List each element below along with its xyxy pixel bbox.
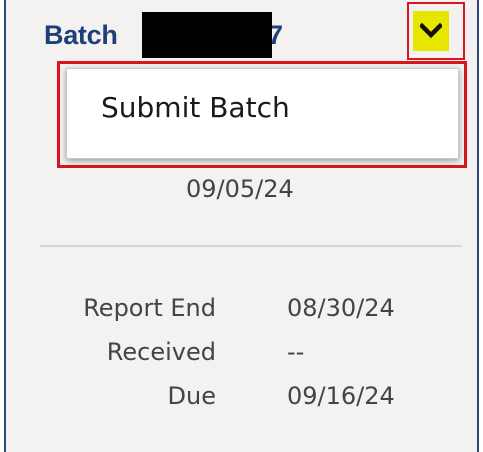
received-value: --: [287, 338, 305, 366]
dropdown-menu: Submit Batch: [66, 68, 459, 159]
divider: [40, 245, 462, 247]
batch-date: 09/05/24: [186, 175, 294, 203]
redacted-area: [142, 12, 272, 58]
submit-batch-menu-item[interactable]: Submit Batch: [101, 91, 290, 124]
report-end-value: 08/30/24: [287, 294, 395, 322]
chevron-down-icon: [420, 23, 442, 39]
detail-row-report-end: Report End 08/30/24: [6, 294, 481, 328]
detail-row-received: Received --: [6, 338, 481, 372]
batch-title: Batch: [44, 20, 118, 50]
dropdown-toggle-button[interactable]: [413, 11, 449, 51]
detail-row-due: Due 09/16/24: [6, 382, 481, 416]
due-label: Due: [167, 382, 216, 410]
report-end-label: Report End: [83, 294, 216, 322]
due-value: 09/16/24: [287, 382, 395, 410]
received-label: Received: [106, 338, 216, 366]
